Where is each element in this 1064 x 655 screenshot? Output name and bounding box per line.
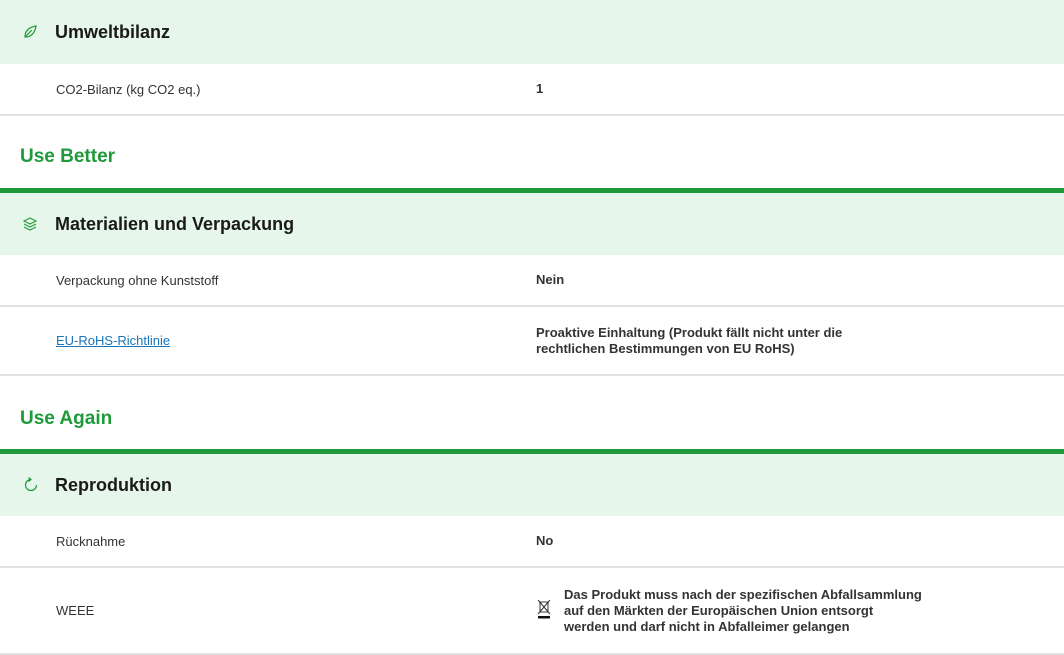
section-title: Reproduktion: [55, 474, 172, 495]
row-value: 1: [536, 81, 544, 96]
crossed-bin-icon: [536, 598, 552, 624]
row-label: CO2-Bilanz (kg CO2 eq.): [56, 81, 201, 97]
row-value: Nein: [536, 272, 565, 287]
table-row-ruecknahme: Rücknahme No: [0, 516, 1064, 568]
table-row-co2: CO2-Bilanz (kg CO2 eq.) 1: [0, 64, 1064, 116]
section-title: Materialien und Verpackung: [55, 213, 295, 234]
layers-icon: [22, 193, 38, 255]
value-line: Proaktive Einhaltung (Produkt fällt nich…: [536, 324, 843, 340]
group-title-use-better: Use Better: [20, 146, 116, 167]
section-header-umweltbilanz: Umweltbilanz: [0, 0, 1064, 64]
recycle-icon: [22, 454, 40, 516]
table-row-rohs: EU-RoHS-Richtlinie Proaktive Einhaltung …: [0, 307, 1064, 376]
table-row-verpackung: Verpackung ohne Kunststoff Nein: [0, 255, 1064, 307]
row-label: WEEE: [56, 603, 95, 618]
row-value: Das Produkt muss nach der spezifischen A…: [536, 568, 922, 653]
section-header-materialien: Materialien und Verpackung: [0, 193, 1064, 255]
table-row-weee: WEEE Das Produkt muss nach der spezifisc…: [0, 568, 1064, 655]
row-label: EU-RoHS-Richtlinie: [56, 307, 170, 374]
rohs-link[interactable]: EU-RoHS-Richtlinie: [56, 333, 170, 348]
value-line: Das Produkt muss nach der spezifischen A…: [564, 586, 922, 602]
row-label: Rücknahme: [56, 533, 126, 549]
value-line: rechtlichen Bestimmungen von EU RoHS): [536, 340, 795, 356]
row-value: Proaktive Einhaltung (Produkt fällt nich…: [536, 307, 842, 374]
row-value: No: [536, 533, 554, 548]
value-line: auf den Märkten der Europäischen Union e…: [564, 602, 874, 618]
group-title-use-again: Use Again: [20, 408, 113, 429]
section-header-reproduktion: Reproduktion: [0, 454, 1064, 516]
row-label: Verpackung ohne Kunststoff: [56, 272, 219, 288]
section-title: Umweltbilanz: [55, 21, 171, 42]
leaf-icon: [22, 0, 38, 64]
value-line: werden und darf nicht in Abfalleimer gel…: [564, 618, 850, 634]
